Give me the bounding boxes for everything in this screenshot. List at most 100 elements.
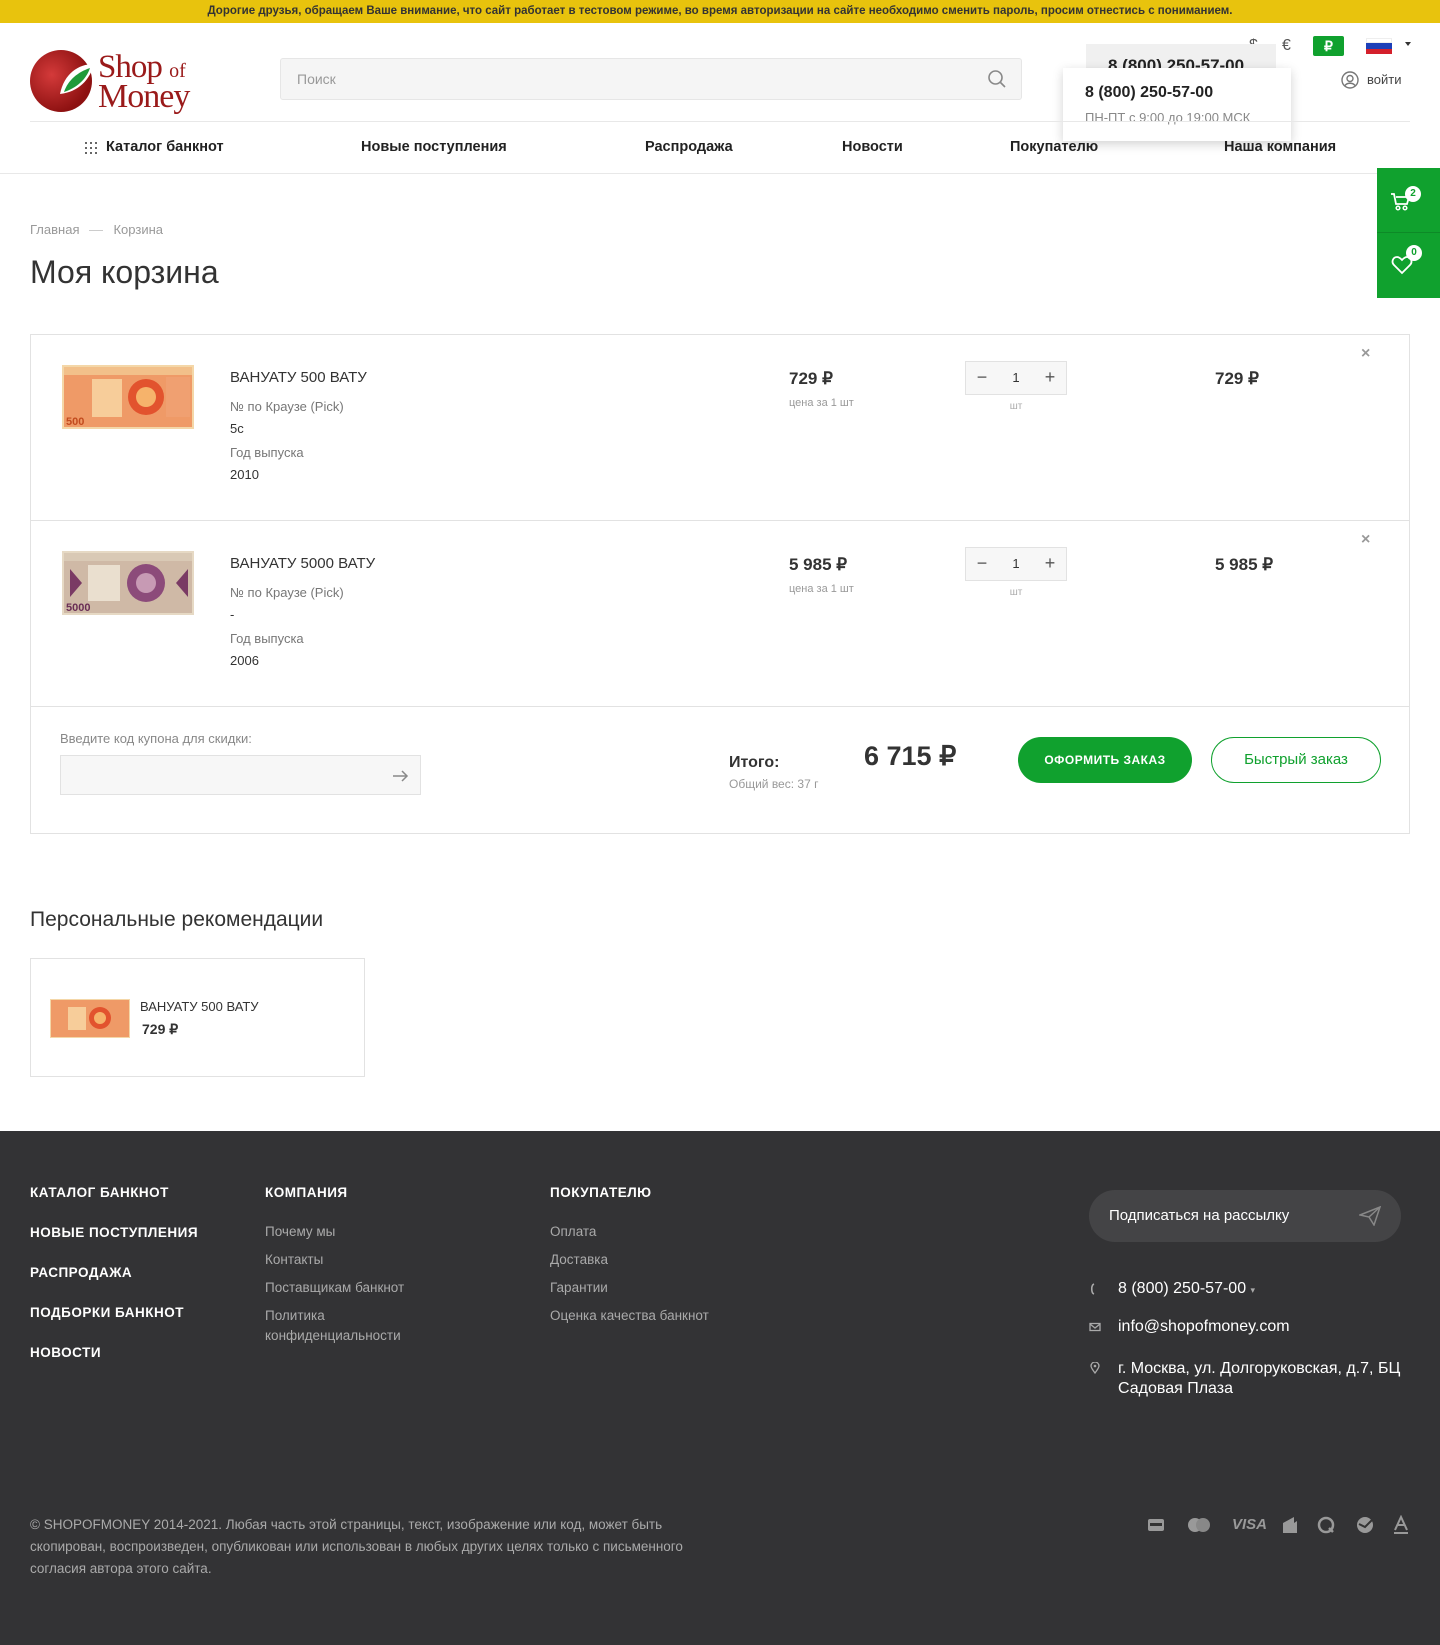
unit-price-label: цена за 1 шт (789, 397, 854, 409)
increase-button[interactable]: + (1034, 362, 1066, 394)
subscribe-button[interactable]: Подписаться на рассылку (1089, 1190, 1401, 1242)
quantity-value[interactable]: 1 (998, 362, 1034, 394)
footer-suppliers-link[interactable]: Поставщикам банкнот (265, 1278, 404, 1298)
mastercard-icon (1188, 1518, 1210, 1532)
banknote-image[interactable]: 500 (62, 365, 194, 429)
footer-address: г. Москва, ул. Долгоруковская, д.7, БЦ С… (1118, 1360, 1401, 1397)
main-nav: Каталог банкнот Новые поступления Распро… (0, 122, 1440, 174)
currency-eur[interactable]: € (1282, 36, 1291, 56)
product-name[interactable]: ВАНУАТУ 5000 ВАТУ (230, 555, 375, 572)
favorites-count-badge: 0 (1406, 245, 1422, 261)
footer-email[interactable]: info@shopofmoney.com (1118, 1317, 1290, 1337)
location-pin-icon (1090, 1362, 1100, 1374)
footer-quality-link[interactable]: Оценка качества банкнот (550, 1306, 709, 1326)
footer-guarantees-link[interactable]: Гарантии (550, 1278, 608, 1298)
phone-icon (1090, 1283, 1095, 1295)
send-icon (1359, 1206, 1381, 1226)
russian-flag-icon[interactable] (1366, 38, 1392, 54)
coupon-input[interactable] (60, 755, 421, 795)
chevron-down-icon[interactable] (1405, 42, 1411, 46)
page-title: Моя корзина (30, 254, 219, 290)
remove-item-icon[interactable]: × (1361, 345, 1370, 363)
nav-buyer[interactable]: Покупателю (1010, 139, 1098, 155)
catalog-grid-icon (85, 142, 97, 154)
chevron-down-icon[interactable]: ▾ (1251, 1285, 1256, 1295)
banknote-image[interactable]: 5000 (62, 551, 194, 615)
nav-new-arrivals[interactable]: Новые поступления (361, 139, 507, 155)
breadcrumb-current: Корзина (113, 222, 164, 237)
footer-contacts-link[interactable]: Контакты (265, 1250, 323, 1270)
decrease-button[interactable]: − (966, 362, 998, 394)
search-box (280, 58, 1022, 100)
unit-price: 729 ₽ (789, 369, 833, 388)
cart-panel: 500 ВАНУАТУ 500 ВАТУ № по Краузе (Pick) … (30, 334, 1410, 834)
recommendations-title: Персональные рекомендации (30, 908, 324, 931)
footer-sale-link[interactable]: РАСПРОДАЖА (30, 1265, 132, 1280)
product-name[interactable]: ВАНУАТУ 500 ВАТУ (230, 369, 367, 386)
login-link[interactable]: войти (1341, 70, 1401, 90)
leaf-icon (60, 64, 94, 94)
side-favorites-button[interactable]: 0 (1377, 233, 1440, 297)
nav-news[interactable]: Новости (842, 139, 903, 155)
search-icon[interactable] (987, 69, 1007, 89)
footer-privacy-link[interactable]: Политика конфиденциальности (265, 1306, 425, 1346)
pick-value: 5с (230, 421, 244, 436)
side-cart-button[interactable]: 2 (1377, 168, 1440, 232)
cart-item: 500 ВАНУАТУ 500 ВАТУ № по Краузе (Pick) … (31, 335, 1409, 521)
total-weight: Общий вес: 37 г (729, 777, 819, 791)
arrow-right-icon[interactable] (390, 766, 410, 786)
footer-payment-link[interactable]: Оплата (550, 1222, 596, 1242)
remove-item-icon[interactable]: × (1361, 531, 1370, 549)
recommendation-card[interactable]: ВАНУАТУ 500 ВАТУ 729 ₽ (30, 958, 365, 1077)
breadcrumb-home[interactable]: Главная (30, 222, 79, 237)
qiwi-icon (1317, 1516, 1335, 1534)
nav-company[interactable]: Наша компания (1224, 139, 1336, 155)
coupon-label: Введите код купона для скидки: (60, 731, 252, 746)
nav-catalog[interactable]: Каталог банкнот (106, 139, 224, 155)
item-total: 729 ₽ (1215, 369, 1259, 388)
quick-order-button[interactable]: Быстрый заказ (1211, 737, 1381, 783)
pick-value: - (230, 607, 235, 622)
yandex-money-icon (1283, 1517, 1297, 1533)
checkout-button[interactable]: ОФОРМИТЬ ЗАКАЗ (1018, 737, 1192, 783)
alfa-bank-icon (1394, 1515, 1408, 1534)
year-value: 2006 (230, 653, 259, 668)
pick-label: № по Краузе (Pick) (230, 399, 344, 414)
user-icon (1341, 71, 1359, 89)
banknote-denomination: 5000 (66, 602, 90, 614)
mir-icon (1148, 1519, 1164, 1531)
footer-catalog-link[interactable]: КАТАЛОГ БАНКНОТ (30, 1185, 169, 1200)
footer-news-link[interactable]: НОВОСТИ (30, 1345, 101, 1360)
quantity-stepper: − 1 + (965, 547, 1067, 581)
decrease-button[interactable]: − (966, 548, 998, 580)
footer-collections-link[interactable]: ПОДБОРКИ БАНКНОТ (30, 1305, 184, 1320)
quantity-value[interactable]: 1 (998, 548, 1034, 580)
breadcrumb: Главная Корзина (30, 222, 163, 237)
currency-rub[interactable]: ₽ (1313, 36, 1344, 56)
side-panel: 2 0 (1377, 168, 1440, 298)
search-input[interactable] (297, 59, 957, 99)
breadcrumb-separator (89, 230, 104, 232)
nav-sale[interactable]: Распродажа (645, 139, 733, 155)
banknote-denomination: 500 (66, 416, 84, 428)
year-value: 2010 (230, 467, 259, 482)
banknote-image[interactable] (50, 999, 130, 1038)
footer-why-us-link[interactable]: Почему мы (265, 1222, 335, 1242)
footer-phone[interactable]: 8 (800) 250-57-00 ▾ (1118, 1279, 1255, 1300)
logo-text-money: Money (98, 78, 190, 115)
copyright: © SHOPOFMONEY 2014-2021. Любая часть это… (30, 1517, 683, 1576)
increase-button[interactable]: + (1034, 548, 1066, 580)
recommendation-name[interactable]: ВАНУАТУ 500 ВАТУ (140, 999, 259, 1014)
quantity-stepper: − 1 + (965, 361, 1067, 395)
pick-label: № по Краузе (Pick) (230, 585, 344, 600)
unit-price: 5 985 ₽ (789, 555, 848, 574)
test-mode-notice: Дорогие друзья, обращаем Ваше внимание, … (0, 0, 1440, 23)
footer-delivery-link[interactable]: Доставка (550, 1250, 608, 1270)
visa-icon: VISA (1232, 1516, 1268, 1533)
recommendation-price: 729 ₽ (142, 1021, 179, 1037)
footer-new-arrivals-link[interactable]: НОВЫЕ ПОСТУПЛЕНИЯ (30, 1225, 198, 1240)
popup-phone-number[interactable]: 8 (800) 250-57-00 (1085, 84, 1291, 102)
logo[interactable]: Shop of Money (30, 50, 220, 115)
unit-price-label: цена за 1 шт (789, 583, 854, 595)
total-sum: 6 715 ₽ (864, 741, 957, 771)
